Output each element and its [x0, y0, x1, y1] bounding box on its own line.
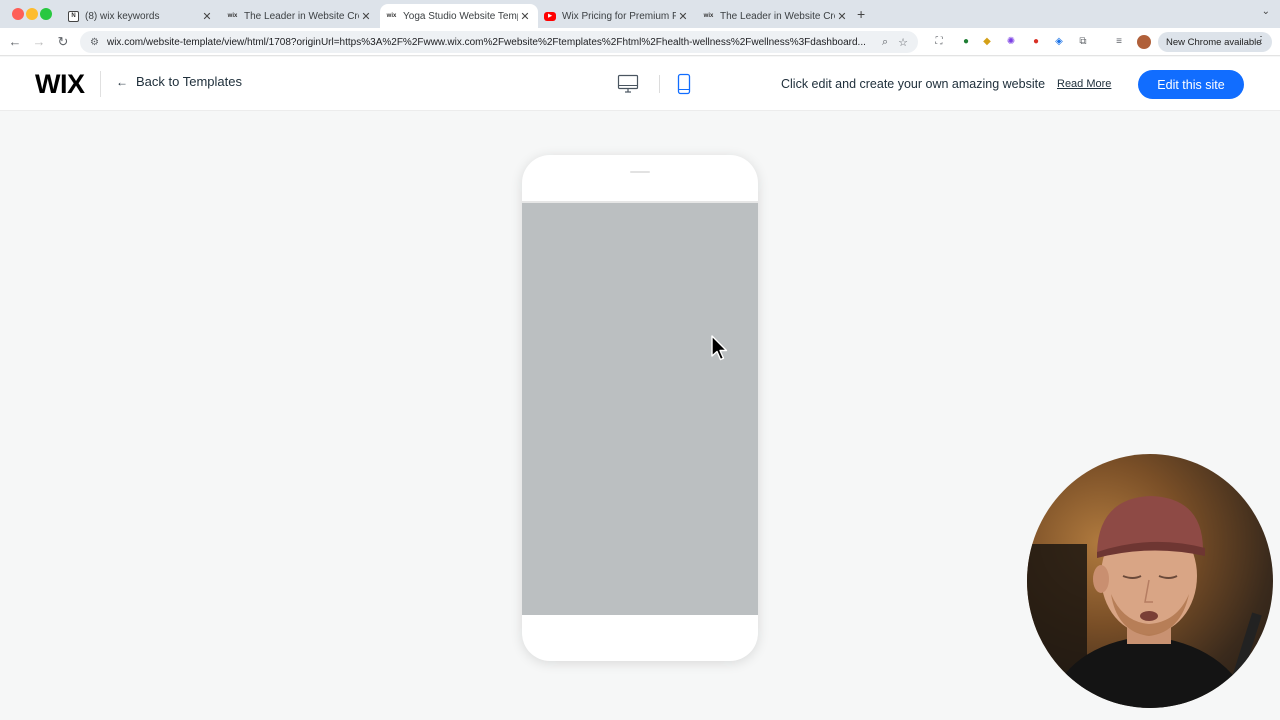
new-tab-icon[interactable]: +	[857, 6, 865, 22]
desktop-icon	[617, 74, 639, 93]
profile-avatar[interactable]	[1137, 35, 1151, 49]
address-bar[interactable]: ⚙ wix.com/website-template/view/html/170…	[80, 31, 918, 53]
browser-tab[interactable]: ▶ Wix Pricing for Premium Plan... ✕	[538, 4, 696, 28]
phone-speaker	[630, 171, 650, 173]
close-tab-icon[interactable]: ✕	[200, 10, 214, 23]
maximize-window-button[interactable]	[40, 8, 52, 20]
browser-tab[interactable]: wix The Leader in Website Creati... ✕	[697, 4, 855, 28]
close-tab-icon[interactable]: ✕	[676, 10, 690, 23]
browser-toolbar: ← → ↻ ⚙ wix.com/website-template/view/ht…	[0, 28, 1280, 56]
reading-list-icon[interactable]: ≡	[1112, 35, 1126, 49]
notion-icon: N	[68, 10, 79, 22]
reload-icon[interactable]: ↻	[54, 33, 72, 51]
mouse-cursor-icon	[711, 335, 728, 361]
header-tagline: Click edit and create your own amazing w…	[781, 77, 1046, 91]
extension-icon[interactable]: ✺	[1004, 35, 1018, 49]
wix-favicon-icon: wix	[703, 13, 714, 19]
edit-this-site-button[interactable]: Edit this site	[1138, 70, 1244, 99]
edit-this-site-label: Edit this site	[1157, 77, 1225, 92]
back-to-templates-label: Back to Templates	[136, 74, 242, 89]
wix-favicon-icon: wix	[386, 13, 397, 19]
read-more-link[interactable]: Read More	[1057, 78, 1111, 90]
extension-icon[interactable]: ◈	[1052, 35, 1066, 49]
webcam-overlay	[1027, 454, 1273, 708]
wix-template-header: WIX ← Back to Templates Click edit and c…	[0, 57, 1280, 111]
desktop-view-toggle[interactable]	[617, 73, 639, 95]
back-arrow-icon: ←	[116, 74, 128, 89]
tab-title: The Leader in Website Creati...	[244, 10, 359, 22]
tab-title: Yoga Studio Website Templat...	[403, 10, 518, 22]
device-toggle-divider	[659, 75, 660, 93]
close-tab-icon[interactable]: ✕	[518, 10, 532, 23]
screenshot-extension-icon[interactable]: ⛶	[932, 35, 946, 49]
zoom-icon[interactable]: ⌕	[882, 36, 888, 49]
header-divider	[100, 71, 101, 97]
wix-logo[interactable]: WIX	[35, 69, 85, 100]
tab-search-chevron-icon[interactable]: ⌄	[1262, 6, 1270, 17]
mobile-preview-frame	[522, 155, 758, 661]
browser-tab[interactable]: N (8) wix keywords ✕	[62, 4, 220, 28]
back-to-templates-link[interactable]: ← Back to Templates	[116, 74, 242, 89]
mobile-view-toggle[interactable]	[676, 73, 692, 95]
browser-tab[interactable]: wix The Leader in Website Creati... ✕	[221, 4, 379, 28]
chrome-menu-icon[interactable]: ⋮	[1256, 35, 1266, 46]
presenter-video-image	[1027, 496, 1262, 708]
site-info-icon[interactable]: ⚙	[90, 37, 99, 48]
extension-icon[interactable]: ◆	[980, 35, 994, 49]
bookmark-star-icon[interactable]: ☆	[898, 36, 908, 49]
mobile-preview-screen[interactable]	[522, 201, 758, 615]
new-chrome-available-button[interactable]: New Chrome available ⋮	[1158, 32, 1272, 52]
extension-icon[interactable]: ●	[959, 35, 973, 49]
extensions-puzzle-icon[interactable]: ⧉	[1076, 35, 1090, 49]
browser-tab-active[interactable]: wix Yoga Studio Website Templat... ✕	[380, 4, 538, 28]
tab-title: (8) wix keywords	[85, 10, 160, 22]
close-tab-icon[interactable]: ✕	[359, 10, 373, 23]
url-text[interactable]: wix.com/website-template/view/html/1708?…	[107, 37, 872, 48]
browser-tab-strip: N (8) wix keywords ✕ wix The Leader in W…	[0, 0, 1280, 28]
close-window-button[interactable]	[12, 8, 24, 20]
back-arrow-icon[interactable]: ←	[6, 33, 24, 51]
close-tab-icon[interactable]: ✕	[835, 10, 849, 23]
youtube-icon: ▶	[544, 11, 556, 21]
minimize-window-button[interactable]	[26, 8, 38, 20]
tab-title: The Leader in Website Creati...	[720, 10, 835, 22]
new-chrome-label: New Chrome available	[1166, 36, 1262, 48]
forward-arrow-icon[interactable]: →	[30, 33, 48, 51]
tab-title: Wix Pricing for Premium Plan...	[562, 10, 676, 22]
mobile-icon	[677, 73, 691, 95]
wix-favicon-icon: wix	[227, 13, 238, 19]
extension-icon[interactable]: ●	[1029, 35, 1043, 49]
